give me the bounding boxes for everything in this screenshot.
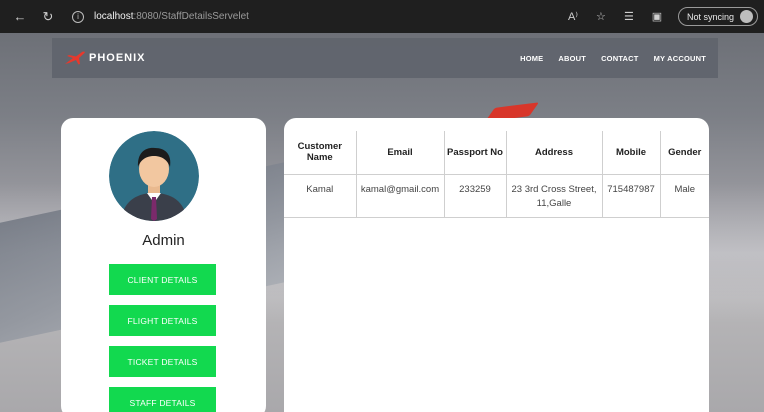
page-background: PHOENIX HOME ABOUT CONTACT MY ACCOUNT Ad… xyxy=(0,33,764,412)
client-details-button[interactable]: CLIENT DETAILS xyxy=(109,264,216,295)
menu-contact-link[interactable]: CONTACT xyxy=(601,54,639,63)
site-navbar: PHOENIX HOME ABOUT CONTACT MY ACCOUNT xyxy=(52,38,718,78)
cell-gender: Male xyxy=(659,173,709,218)
url-path: :8080/StaffDetailsServelet xyxy=(133,11,249,22)
cell-passport: 233259 xyxy=(443,173,507,218)
profile-avatar-icon xyxy=(740,10,753,23)
url-host: localhost xyxy=(94,11,134,22)
collections-icon[interactable]: ▣ xyxy=(646,10,668,23)
user-role-label: Admin xyxy=(142,232,185,249)
site-logo[interactable]: PHOENIX xyxy=(64,51,146,65)
details-panel: Customer Name Email Passport No Address … xyxy=(284,118,709,412)
browser-actions: A⁾ ☆ ☰ ▣ Not syncing xyxy=(556,7,758,26)
header-email: Email xyxy=(355,131,445,175)
table-header-row: Customer Name Email Passport No Address … xyxy=(284,131,709,175)
address-bar[interactable]: i localhost:8080/StaffDetailsServelet xyxy=(72,7,249,27)
favorites-list-icon[interactable]: ☰ xyxy=(618,10,640,23)
cell-customer-name: Kamal xyxy=(284,173,357,218)
read-aloud-icon[interactable]: A⁾ xyxy=(562,10,584,23)
cell-address: 23 3rd Cross Street, 11,Galle xyxy=(505,173,603,218)
ticket-details-button[interactable]: TICKET DETAILS xyxy=(109,346,216,377)
info-icon[interactable]: i xyxy=(72,10,84,23)
header-address: Address xyxy=(505,131,603,175)
menu-home-link[interactable]: HOME xyxy=(520,54,543,63)
profile-card: Admin CLIENT DETAILS FLIGHT DETAILS TICK… xyxy=(61,118,266,412)
customer-table: Customer Name Email Passport No Address … xyxy=(284,131,709,218)
header-gender: Gender xyxy=(659,131,709,175)
menu-my-account-link[interactable]: MY ACCOUNT xyxy=(654,54,706,63)
businessman-avatar-icon xyxy=(109,131,199,221)
menu-about-link[interactable]: ABOUT xyxy=(558,54,586,63)
reload-icon[interactable]: ↻ xyxy=(38,7,58,27)
staff-details-button[interactable]: STAFF DETAILS xyxy=(109,387,216,412)
header-passport: Passport No xyxy=(443,131,507,175)
sync-button[interactable]: Not syncing xyxy=(677,7,758,26)
header-mobile: Mobile xyxy=(601,131,661,175)
favorite-star-icon[interactable]: ☆ xyxy=(590,10,612,23)
cell-email: kamal@gmail.com xyxy=(355,173,445,218)
flight-details-button[interactable]: FLIGHT DETAILS xyxy=(109,305,216,336)
header-customer-name: Customer Name xyxy=(284,131,357,175)
sync-label: Not syncing xyxy=(686,11,734,22)
table-row: Kamal kamal@gmail.com 233259 23 3rd Cros… xyxy=(284,173,709,218)
main-menu: HOME ABOUT CONTACT MY ACCOUNT xyxy=(505,38,706,78)
admin-avatar xyxy=(109,131,199,221)
plane-logo-icon xyxy=(65,51,85,65)
browser-toolbar: ← ↻ i localhost:8080/StaffDetailsServele… xyxy=(0,0,764,33)
cell-mobile: 715487987 xyxy=(601,173,661,218)
back-arrow-icon[interactable]: ← xyxy=(10,7,30,27)
brand-name: PHOENIX xyxy=(89,52,146,64)
